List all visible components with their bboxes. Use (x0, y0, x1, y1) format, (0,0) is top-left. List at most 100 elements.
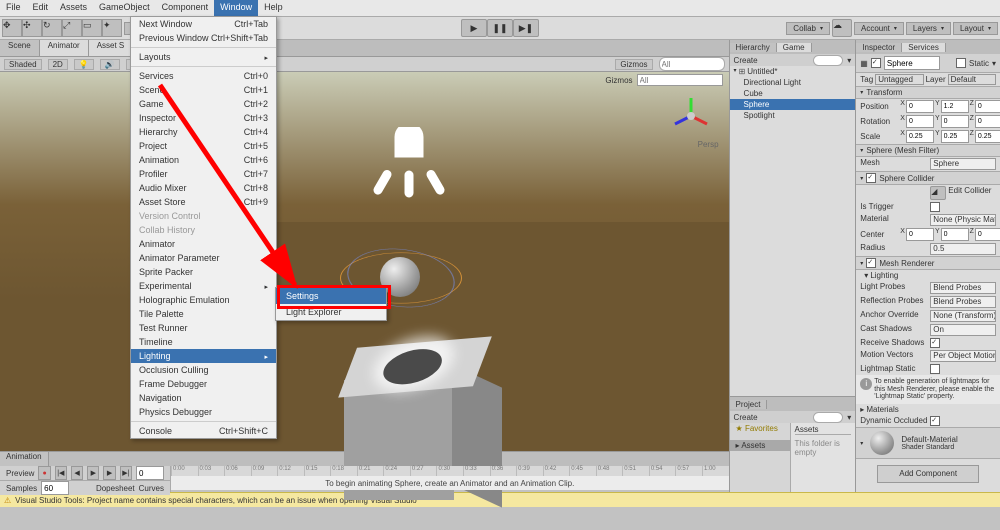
project-search[interactable] (813, 412, 843, 423)
tab-scene[interactable]: Scene (0, 40, 40, 56)
motionvec-field[interactable]: Per Object Motion (930, 350, 996, 362)
rot-x[interactable] (906, 115, 934, 128)
cloud-icon[interactable]: ☁ (832, 19, 852, 37)
pos-z[interactable] (975, 100, 1000, 113)
menu-assets[interactable]: Assets (54, 0, 93, 16)
play-button[interactable]: ▶ (461, 19, 487, 37)
spherecollider-component[interactable]: Sphere Collider (856, 171, 1000, 185)
scene-root[interactable]: ⊞ Untitled* (730, 66, 856, 77)
recvshadows-checkbox[interactable] (930, 338, 940, 348)
audio-icon[interactable]: 🔊 (100, 59, 120, 70)
scl-x[interactable] (906, 130, 934, 143)
menu-item[interactable]: Layouts (131, 50, 276, 64)
active-checkbox[interactable] (871, 58, 881, 68)
materials-foldout[interactable]: ▸ Materials (856, 404, 1000, 415)
menu-item[interactable]: Tile Palette (131, 307, 276, 321)
shading-mode[interactable]: Shaded (4, 59, 42, 70)
menu-item[interactable]: Lighting (131, 349, 276, 363)
scl-y[interactable] (941, 130, 969, 143)
menu-component[interactable]: Component (156, 0, 215, 16)
menu-item[interactable]: Timeline (131, 335, 276, 349)
hierarchy-item[interactable]: Directional Light (730, 77, 856, 88)
scl-z[interactable] (975, 130, 1000, 143)
menu-item[interactable]: ConsoleCtrl+Shift+C (131, 424, 276, 438)
tab-assets[interactable]: Asset S (89, 40, 134, 56)
hierarchy-item[interactable]: Sphere (730, 99, 856, 110)
tab-inspector[interactable]: Inspector (856, 43, 902, 52)
menu-window[interactable]: Window (214, 0, 258, 16)
project-create[interactable]: Create (730, 411, 856, 423)
physmat-field[interactable]: None (Physic Materia (930, 214, 996, 226)
animation-timeline[interactable]: 0:000:030:060:090:120:150:180:210:240:27… (171, 466, 729, 490)
cy[interactable] (941, 228, 969, 241)
lighting-foldout[interactable]: ▾ Lighting (856, 270, 1000, 281)
scene-search[interactable] (659, 57, 725, 71)
menu-item[interactable]: Occlusion Culling (131, 363, 276, 377)
pos-x[interactable] (906, 100, 934, 113)
scene-viewport[interactable]: Gizmos Persp (0, 72, 729, 451)
mesh-field[interactable]: Sphere (930, 158, 996, 170)
hierarchy-create[interactable]: Create (730, 54, 856, 66)
tab-game[interactable]: Game (777, 43, 812, 52)
lmstatic-checkbox[interactable] (930, 364, 940, 374)
add-component-button[interactable]: Add Component (877, 465, 979, 483)
tab-hierarchy[interactable]: Hierarchy (730, 43, 777, 52)
project-tab[interactable]: Project (730, 400, 768, 409)
pause-button[interactable]: ❚❚ (487, 19, 513, 37)
menu-item[interactable]: Next WindowCtrl+Tab (131, 17, 276, 31)
menu-item[interactable]: Frame Debugger (131, 377, 276, 391)
dopesheet-tab[interactable]: Dopesheet (96, 484, 135, 493)
first-frame[interactable]: |◀ (55, 466, 67, 480)
tag-dropdown[interactable]: Untagged (875, 74, 923, 85)
static-checkbox[interactable] (956, 58, 966, 68)
record-button[interactable]: ● (38, 466, 50, 480)
menu-help[interactable]: Help (258, 0, 289, 16)
material-header[interactable]: Default-MaterialShader Standard (856, 427, 1000, 459)
axis-gizmo[interactable] (671, 96, 711, 136)
play-anim[interactable]: ▶ (87, 466, 99, 480)
hierarchy-item[interactable]: Cube (730, 88, 856, 99)
rotate-tool[interactable]: ↻ (42, 19, 62, 37)
gizmos-label[interactable]: Gizmos (605, 76, 632, 85)
transform-component[interactable]: Transform (856, 86, 1000, 99)
hand-tool[interactable]: ✥ (2, 19, 22, 37)
gizmos-dropdown[interactable]: Gizmos (615, 59, 652, 70)
meshfilter-component[interactable]: Sphere (Mesh Filter) (856, 144, 1000, 157)
cx[interactable] (906, 228, 934, 241)
preview-toggle[interactable]: Preview (6, 469, 34, 478)
curves-tab[interactable]: Curves (139, 484, 164, 493)
layers-dropdown[interactable]: Layers (906, 22, 951, 35)
rect-tool[interactable]: ▭ (82, 19, 102, 37)
transform-tool[interactable]: ✦ (102, 19, 122, 37)
assets-folder[interactable]: ▸ Assets (730, 440, 790, 451)
prev-frame[interactable]: ◀ (71, 466, 83, 480)
hierarchy-item[interactable]: Spotlight (730, 110, 856, 121)
step-button[interactable]: ▶❚ (513, 19, 539, 37)
tab-services[interactable]: Services (902, 43, 946, 52)
hierarchy-search[interactable] (813, 55, 843, 66)
pos-y[interactable] (941, 100, 969, 113)
menu-edit[interactable]: Edit (27, 0, 55, 16)
samples-field[interactable] (41, 481, 69, 495)
next-frame[interactable]: ▶ (103, 466, 115, 480)
reflprobes-field[interactable]: Blend Probes (930, 296, 996, 308)
2d-toggle[interactable]: 2D (48, 59, 68, 70)
last-frame[interactable]: ▶| (120, 466, 132, 480)
menu-item[interactable]: Physics Debugger (131, 405, 276, 419)
istrigger-checkbox[interactable] (930, 202, 940, 212)
move-tool[interactable]: ✣ (22, 19, 42, 37)
anchor-field[interactable]: None (Transform) (930, 310, 996, 322)
castshadows-field[interactable]: On (930, 324, 996, 336)
tab-animator[interactable]: Animator (40, 40, 89, 56)
menu-item[interactable]: Previous WindowCtrl+Shift+Tab (131, 31, 276, 45)
cz[interactable] (975, 228, 1000, 241)
rot-z[interactable] (975, 115, 1000, 128)
frame-field[interactable] (136, 466, 164, 480)
menu-gameobject[interactable]: GameObject (93, 0, 156, 16)
viewport-search[interactable] (637, 74, 723, 86)
radius-field[interactable]: 0.5 (930, 243, 996, 255)
layout-dropdown[interactable]: Layout (953, 22, 998, 35)
edit-collider-button[interactable]: ◢ (930, 186, 946, 200)
light-icon[interactable]: 💡 (74, 59, 94, 70)
lightprobes-field[interactable]: Blend Probes (930, 282, 996, 294)
